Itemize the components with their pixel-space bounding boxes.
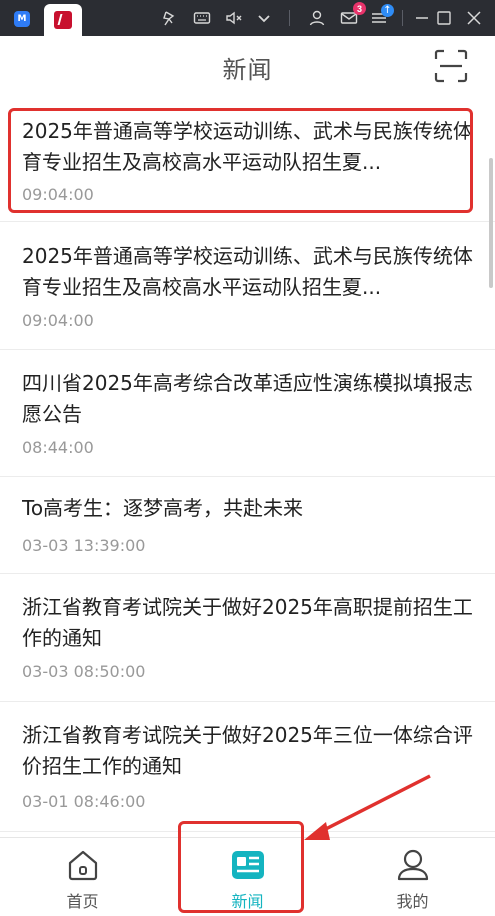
nav-profile-label: 我的	[396, 892, 429, 911]
nav-news-label: 新闻	[231, 892, 264, 911]
news-list[interactable]: 2025年普通高等学校运动训练、武术与民族传统体育专业招生及高校高水平运动队招生…	[0, 98, 495, 837]
page-title: 新闻	[222, 56, 273, 84]
toolbar-divider	[402, 10, 403, 26]
news-time: 03-01 08:46:00	[22, 792, 146, 811]
close-icon[interactable]	[465, 9, 483, 27]
news-title: 2025年普通高等学校运动训练、武术与民族传统体育专业招生及高校高水平运动队招生…	[22, 119, 473, 174]
news-time: 08:44:00	[22, 438, 94, 457]
news-item[interactable]: 2025年普通高等学校运动训练、武术与民族传统体育专业招生及高校高水平运动队招生…	[0, 222, 495, 350]
bottom-nav: 首页 新闻 我的	[0, 837, 495, 916]
keyboard-icon[interactable]	[193, 9, 211, 27]
news-icon	[231, 848, 265, 882]
news-time: 09:04:00	[22, 185, 94, 204]
toolbar-divider	[289, 10, 290, 26]
page-header: 新闻	[0, 36, 495, 98]
window-title-bar: M 3 ↑	[0, 0, 495, 36]
nav-profile[interactable]: 我的	[330, 838, 495, 916]
maximize-icon[interactable]	[435, 9, 453, 27]
news-item[interactable]: 四川省2025年高考综合改革适应性演练模拟填报志愿公告 08:44:00	[0, 350, 495, 477]
app-tab[interactable]: M	[8, 6, 36, 32]
nav-news[interactable]: 新闻	[165, 838, 330, 916]
profile-icon	[396, 848, 430, 882]
chevron-down-icon[interactable]	[255, 9, 273, 27]
news-title: 2025年普通高等学校运动训练、武术与民族传统体育专业招生及高校高水平运动队招生…	[22, 244, 473, 299]
news-item[interactable]: 浙江省教育考试院关于做好2025年高职提前招生工作的通知 03-03 08:50…	[0, 574, 495, 702]
news-title: To高考生：逐梦高考，共赴未来	[22, 496, 304, 520]
scrollbar[interactable]	[489, 158, 493, 288]
minimize-icon[interactable]	[413, 9, 431, 27]
nav-home[interactable]: 首页	[0, 838, 165, 916]
gaokao-app-tab[interactable]	[44, 4, 82, 36]
mail-badge: 3	[353, 2, 366, 15]
pin-icon[interactable]	[160, 9, 178, 27]
scan-icon[interactable]	[434, 49, 468, 83]
news-title: 浙江省教育考试院关于做好2025年三位一体综合评价招生工作的通知	[22, 723, 473, 778]
home-icon	[66, 848, 100, 882]
news-title: 浙江省教育考试院关于做好2025年高职提前招生工作的通知	[22, 595, 473, 650]
update-badge: ↑	[381, 4, 394, 17]
news-time: 09:04:00	[22, 311, 94, 330]
mute-icon[interactable]	[225, 9, 243, 27]
news-time: 03-03 08:50:00	[22, 662, 146, 681]
user-icon[interactable]	[308, 9, 326, 27]
news-item[interactable]: 2025年普通高等学校运动训练、武术与民族传统体育专业招生及高校高水平运动队招生…	[0, 98, 495, 222]
gaokao-app-icon	[54, 11, 72, 29]
news-item[interactable]: To高考生：逐梦高考，共赴未来 03-03 13:39:00	[0, 477, 495, 574]
news-time: 03-03 13:39:00	[22, 536, 146, 555]
news-item[interactable]: 浙江省教育考试院关于做好2025年三位一体综合评价招生工作的通知 03-01 0…	[0, 702, 495, 832]
news-title: 四川省2025年高考综合改革适应性演练模拟填报志愿公告	[22, 371, 473, 426]
app-logo-icon: M	[14, 11, 30, 27]
nav-home-label: 首页	[66, 892, 99, 911]
